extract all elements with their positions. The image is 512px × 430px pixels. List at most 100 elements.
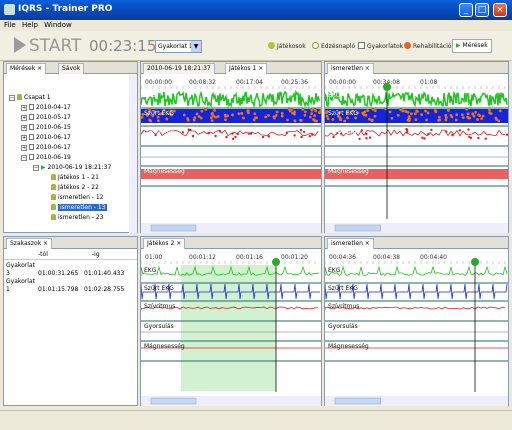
filtered-ekg-point — [454, 118, 458, 122]
tree-player[interactable]: Játékos 2 - 22 — [51, 184, 99, 192]
rehabilitation-button[interactable]: Rehabilitáció — [404, 42, 452, 50]
start-button[interactable]: START — [14, 36, 86, 56]
filtered-ekg-point — [195, 112, 199, 116]
tree-root-label: Csapat 1 — [24, 94, 51, 101]
title-bar: IQRS - Trainer PRO _ □ × — [0, 0, 512, 20]
filtered-ekg-point — [424, 109, 428, 113]
cursor-handle — [272, 258, 280, 266]
toolbar: START 00:23:15 Gyakorlat 1 ▼ Játékosok Ed… — [0, 31, 512, 61]
menu-file[interactable]: File — [4, 20, 16, 31]
heart-rate-point — [365, 137, 368, 140]
heart-rate-point — [225, 135, 228, 139]
play-icon — [14, 37, 26, 53]
tree-session[interactable]: − ▶ 2010-06-19 18:21:37 — [33, 164, 111, 172]
filtered-ekg-point — [420, 113, 423, 117]
filtered-ekg-point — [240, 111, 244, 115]
heart-rate-point — [300, 135, 303, 139]
heart-rate-point — [458, 129, 461, 132]
tree-player[interactable]: Játékos 1 - 21 — [51, 174, 99, 182]
measurements-tabbar: Mérések × Sávok — [4, 62, 137, 74]
menu-help[interactable]: Help — [22, 20, 38, 31]
tree-player[interactable]: ismeretlen - 12 — [51, 194, 103, 202]
filtered-ekg-point — [213, 108, 216, 112]
tab-phases[interactable]: Szakaszok × — [6, 238, 53, 249]
phases-rows: Gyakorlat 3 01:00:31.265 01:01:40.433 Gyak… — [6, 262, 124, 294]
filtered-ekg-point — [210, 119, 214, 122]
heart-rate-point — [207, 132, 210, 135]
filtered-ekg-point — [186, 118, 190, 122]
filtered-ekg-point — [460, 113, 464, 117]
heart-rate-point — [451, 133, 454, 137]
filtered-ekg-point — [182, 113, 186, 117]
tab-phases-label: Szakaszok — [10, 240, 42, 247]
tab-player1[interactable]: Játékos 1 × — [225, 63, 268, 74]
maximize-button[interactable]: □ — [475, 3, 489, 17]
tab-unknown-2[interactable]: ismeretlen × — [327, 238, 374, 249]
filtered-ekg-point — [165, 117, 169, 121]
table-row[interactable]: Gyakorlat 3 01:00:31.265 01:01:40.433 — [6, 262, 124, 278]
tree-scrollbar[interactable] — [129, 75, 137, 233]
tree-root[interactable]: − Csapat 1 — [9, 94, 51, 102]
signal-label: Gyorsulás — [328, 323, 358, 330]
window-title: IQRS - Trainer PRO — [18, 4, 113, 14]
filtered-ekg-point — [331, 118, 335, 121]
time-tick-label: 00:01:20 — [281, 254, 308, 261]
tab-session[interactable]: 2010-06-19 18:21:37 — [143, 63, 215, 74]
tree-date[interactable]: +2010-06-15 — [21, 124, 71, 132]
chart-panel-bottom-right: ismeretlen × 00:04:36 00:04:38 00:04:40 EKG… — [324, 236, 509, 406]
filtered-ekg-point — [366, 109, 370, 112]
heart-rate-point — [360, 129, 364, 132]
tree-player-selected[interactable]: ismeretlen - 13 — [51, 204, 108, 212]
time-tick-label: 00:00:00 — [329, 79, 356, 86]
scroll-thumb — [150, 224, 197, 232]
time-tick-label: 00:01:12 — [189, 254, 216, 261]
tree-date[interactable]: +2010-06-17 — [21, 134, 71, 142]
minimize-button[interactable]: _ — [459, 3, 473, 17]
tree-date[interactable]: −2010-06-19 — [21, 154, 71, 162]
session-timer: 00:23:15 — [89, 37, 157, 55]
signal-chart[interactable]: 00:04:36 00:04:38 00:04:40 EKG Szűrt EKG Szív… — [325, 250, 508, 406]
filtered-ekg-point — [326, 117, 330, 121]
tree-date[interactable]: +2010-06-17 — [21, 144, 71, 152]
training-log-button[interactable]: Edzésnapló — [312, 42, 355, 50]
signal-chart[interactable]: 00:00:00 00:08:32 00:17:04 00:25:36 EKG Szűrt… — [141, 75, 321, 233]
tab-player2[interactable]: Játékos 2 × — [143, 238, 186, 249]
tree-date[interactable]: +2010-04-17 — [21, 104, 71, 112]
cursor-handle — [471, 258, 479, 266]
heart-rate-point — [444, 130, 448, 133]
filtered-ekg-point — [413, 112, 417, 116]
players-label: Játékosok — [277, 43, 306, 50]
tab-measurements[interactable]: Mérések × — [6, 63, 47, 74]
filtered-ekg-point — [388, 110, 392, 114]
signal-chart[interactable]: 00:00:00 00:34:08 01:08EKGSzűrt EKGSzívrit… — [325, 75, 508, 233]
filtered-ekg-point — [313, 114, 317, 118]
exercise-select-value: Gyakorlat 1 — [158, 43, 193, 50]
players-button[interactable]: Játékosok — [268, 42, 306, 50]
filtered-ekg-point — [308, 115, 312, 119]
measurements-button[interactable]: ▶ Mérések — [452, 39, 492, 53]
chart-panel-bottom-left: Játékos 2 × 01:00 00:01:12 00:01:16 00:01:2… — [140, 236, 322, 406]
filtered-ekg-point — [224, 118, 227, 121]
tree-date[interactable]: +2010-05-17 — [21, 114, 71, 122]
tree-player[interactable]: ismeretlen - 23 — [51, 214, 103, 222]
menu-window[interactable]: Window — [44, 20, 72, 31]
tab-tracks[interactable]: Sávok — [58, 63, 85, 74]
filtered-ekg-point — [310, 112, 314, 116]
filtered-ekg-point — [450, 115, 454, 119]
filtered-ekg-point — [433, 109, 437, 112]
time-tick-label: 01:00 — [145, 254, 162, 261]
col-to: -ig — [92, 251, 100, 258]
heart-rate-point — [311, 133, 314, 136]
filtered-ekg-point — [231, 113, 234, 117]
tab-unknown[interactable]: ismeretlen × — [327, 63, 374, 74]
filtered-ekg-point — [254, 116, 258, 120]
close-button[interactable]: × — [493, 3, 507, 17]
exercises-button[interactable]: Gyakorlatok — [358, 42, 403, 50]
table-row[interactable]: Gyakorlat 1 01:01:15.798 01:02:28.755 — [6, 278, 124, 294]
scroll-thumb — [150, 397, 197, 405]
measurements-label: Mérések — [462, 42, 488, 49]
rehabilitation-label: Rehabilitáció — [413, 43, 452, 50]
signal-chart[interactable]: 01:00 00:01:12 00:01:16 00:01:20 EKG Szűrt EK… — [141, 250, 321, 406]
exercise-select[interactable]: Gyakorlat 1 ▼ — [155, 40, 202, 53]
heart-rate-point — [231, 137, 235, 141]
